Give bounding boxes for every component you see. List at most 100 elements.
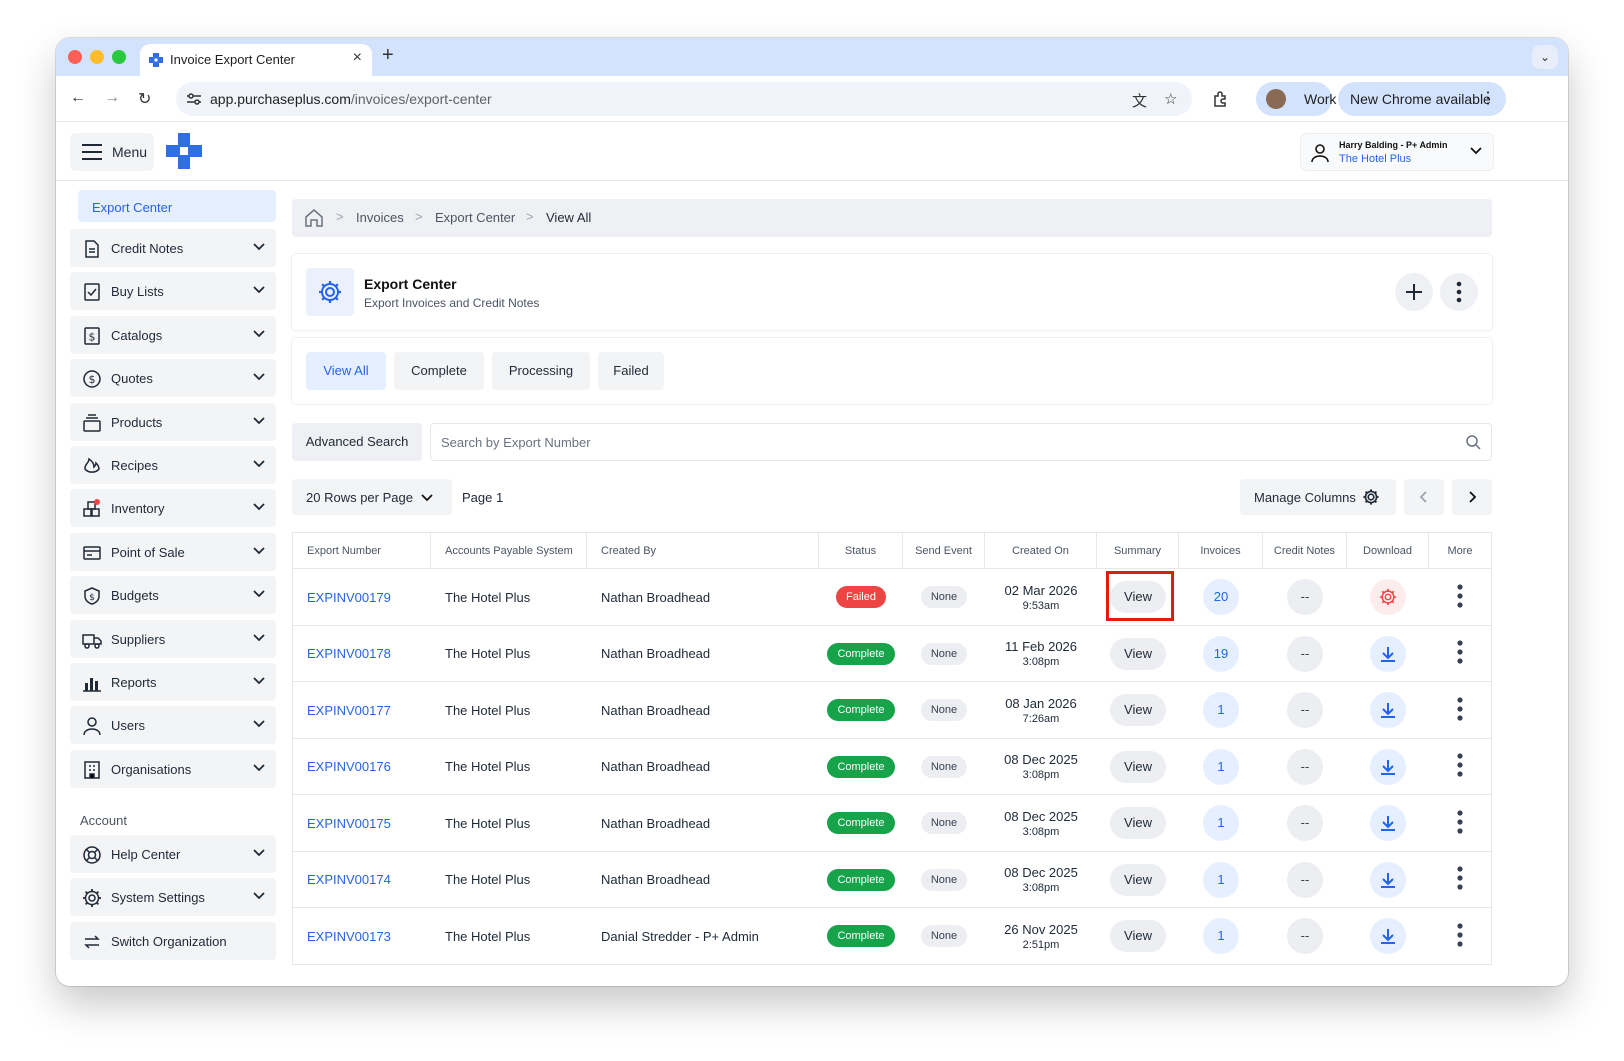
menu-button[interactable]: Menu <box>70 133 154 171</box>
sidebar-item-organisations[interactable]: Organisations <box>70 749 276 788</box>
purchaseplus-logo[interactable] <box>166 133 202 169</box>
sidebar-item-system-settings[interactable]: System Settings <box>70 878 276 917</box>
column-header-more[interactable]: More <box>1429 533 1491 569</box>
previous-page-button[interactable] <box>1404 479 1444 515</box>
sidebar-item-quotes[interactable]: $ Quotes <box>70 359 276 398</box>
row-more-button[interactable] <box>1456 809 1464 838</box>
next-page-button[interactable] <box>1452 479 1492 515</box>
view-summary-button[interactable]: View <box>1110 807 1166 839</box>
download-button[interactable] <box>1370 635 1406 672</box>
tab-complete[interactable]: Complete <box>394 352 484 390</box>
minimize-window-button[interactable] <box>90 50 104 64</box>
export-number-link[interactable]: EXPINV00177 <box>307 703 391 718</box>
column-header-send-event[interactable]: Send Event <box>903 533 985 569</box>
row-more-button[interactable] <box>1456 752 1464 781</box>
rows-per-page-select[interactable]: 20 Rows per Page <box>292 479 452 515</box>
sidebar-item-suppliers[interactable]: Suppliers <box>70 619 276 658</box>
table-row[interactable]: EXPINV00176 The Hotel Plus Nathan Broadhea… <box>293 739 1491 795</box>
search-input[interactable] <box>441 424 1441 460</box>
export-number-link[interactable]: EXPINV00174 <box>307 872 391 887</box>
export-number-link[interactable]: EXPINV00178 <box>307 646 391 661</box>
bookmark-star-icon[interactable]: ☆ <box>1164 90 1177 108</box>
view-summary-button[interactable]: View <box>1110 863 1166 896</box>
sidebar-item-catalogs[interactable]: $ Catalogs <box>70 315 276 354</box>
address-bar[interactable]: app.purchaseplus.com/invoices/export-cen… <box>176 82 1192 116</box>
profile-button[interactable]: Work <box>1256 82 1336 116</box>
maximize-window-button[interactable] <box>112 50 126 64</box>
sidebar-item-reports[interactable]: Reports <box>70 663 276 701</box>
invoices-count-button[interactable]: 1 <box>1203 748 1239 785</box>
download-error-button[interactable] <box>1370 579 1406 615</box>
column-header-invoices[interactable]: Invoices <box>1179 533 1263 569</box>
breadcrumb-export-center[interactable]: Export Center <box>435 210 515 225</box>
sidebar-item-budgets[interactable]: $ Budgets <box>70 576 276 615</box>
add-export-button[interactable] <box>1395 273 1433 311</box>
table-row[interactable]: EXPINV00177 The Hotel Plus Nathan Broadhea… <box>293 682 1491 739</box>
sidebar-item-help-center[interactable]: Help Center <box>70 835 276 873</box>
page-more-button[interactable] <box>1440 273 1478 311</box>
sidebar-item-inventory[interactable]: Inventory <box>70 489 276 528</box>
forward-button[interactable]: → <box>104 89 120 107</box>
site-settings-icon[interactable] <box>186 92 202 106</box>
view-summary-button[interactable]: View <box>1110 920 1166 952</box>
new-tab-button[interactable]: + <box>382 44 394 67</box>
column-header-download[interactable]: Download <box>1347 533 1429 569</box>
table-row[interactable]: EXPINV00179 The Hotel Plus Nathan Broadhea… <box>293 569 1491 626</box>
download-button[interactable] <box>1370 861 1406 898</box>
column-header-summary[interactable]: Summary <box>1097 533 1179 569</box>
column-header-export-number[interactable]: Export Number <box>293 533 431 569</box>
invoices-count-button[interactable]: 19 <box>1203 635 1239 672</box>
sidebar-item-point-of-sale[interactable]: Point of Sale <box>70 532 276 571</box>
tab-failed[interactable]: Failed <box>598 352 664 390</box>
export-number-link[interactable]: EXPINV00179 <box>307 590 391 605</box>
invoices-count-button[interactable]: 20 <box>1203 579 1239 615</box>
tab-view-all[interactable]: View All <box>306 352 386 390</box>
sidebar-item-users[interactable]: Users <box>70 706 276 745</box>
export-number-link[interactable]: EXPINV00175 <box>307 816 391 831</box>
column-header-created-by[interactable]: Created By <box>587 533 819 569</box>
tab-processing[interactable]: Processing <box>492 352 590 390</box>
chrome-update-button[interactable]: New Chrome available ⋮ <box>1338 82 1506 116</box>
translate-icon[interactable]: 文 <box>1132 90 1147 111</box>
table-row[interactable]: EXPINV00178 The Hotel Plus Nathan Broadhea… <box>293 626 1491 682</box>
extensions-icon[interactable] <box>1212 90 1230 108</box>
sidebar-item-buy-lists[interactable]: Buy Lists <box>70 272 276 311</box>
sidebar-item-export-center[interactable]: Export Center <box>78 190 276 222</box>
row-more-button[interactable] <box>1456 583 1464 612</box>
download-button[interactable] <box>1370 692 1406 728</box>
invoices-count-button[interactable]: 1 <box>1203 805 1239 841</box>
breadcrumb-invoices[interactable]: Invoices <box>356 210 404 225</box>
view-summary-button[interactable]: View <box>1110 750 1166 783</box>
download-button[interactable] <box>1370 748 1406 785</box>
column-header-credit-notes[interactable]: Credit Notes <box>1263 533 1347 569</box>
table-row[interactable]: EXPINV00174 The Hotel Plus Nathan Broadhea… <box>293 852 1491 908</box>
invoices-count-button[interactable]: 1 <box>1203 918 1239 954</box>
column-header-created-on[interactable]: Created On <box>985 533 1097 569</box>
home-icon[interactable] <box>304 208 324 228</box>
sidebar-item-credit-notes[interactable]: Credit Notes <box>70 229 276 267</box>
manage-columns-button[interactable]: Manage Columns <box>1240 479 1396 515</box>
row-more-button[interactable] <box>1456 696 1464 725</box>
sidebar-item-switch-organization[interactable]: Switch Organization <box>70 921 276 960</box>
back-button[interactable]: ← <box>70 89 86 107</box>
user-menu[interactable]: Harry Balding - P+ Admin The Hotel Plus <box>1300 133 1494 171</box>
column-header-accounts-payable-system[interactable]: Accounts Payable System <box>431 533 587 569</box>
browser-tab[interactable]: Invoice Export Center × <box>140 44 372 76</box>
close-window-button[interactable] <box>68 50 82 64</box>
reload-button[interactable]: ↻ <box>138 89 151 109</box>
tab-search-button[interactable]: ⌄ <box>1532 45 1558 69</box>
export-number-link[interactable]: EXPINV00173 <box>307 929 391 944</box>
search-icon[interactable] <box>1465 434 1481 450</box>
table-row[interactable]: EXPINV00173 The Hotel Plus Danial Stredder… <box>293 908 1491 965</box>
invoices-count-button[interactable]: 1 <box>1203 692 1239 728</box>
invoices-count-button[interactable]: 1 <box>1203 861 1239 898</box>
view-summary-button[interactable]: View <box>1110 694 1166 726</box>
row-more-button[interactable] <box>1456 865 1464 894</box>
column-header-status[interactable]: Status <box>819 533 903 569</box>
sidebar-item-products[interactable]: Products <box>70 402 276 441</box>
row-more-button[interactable] <box>1456 639 1464 668</box>
advanced-search-button[interactable]: Advanced Search <box>292 423 422 461</box>
close-tab-icon[interactable]: × <box>353 49 362 67</box>
download-button[interactable] <box>1370 805 1406 841</box>
view-summary-button[interactable]: View <box>1110 637 1166 670</box>
